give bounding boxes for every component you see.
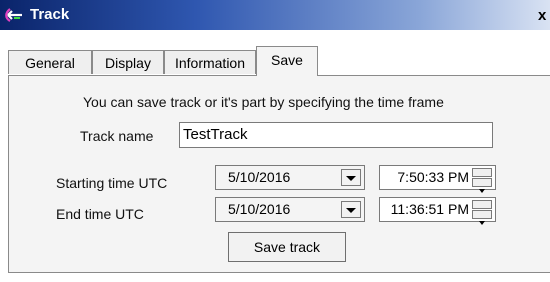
end-time-spinner[interactable]: 11:36:51 PM — [379, 197, 496, 225]
tab-general[interactable]: General — [8, 50, 92, 74]
window-title: Track — [30, 6, 70, 23]
tab-label: Information — [174, 55, 246, 71]
end-date-value: 5/10/2016 — [228, 201, 291, 217]
track-name-input[interactable]: TestTrack — [179, 122, 493, 148]
chevron-down-icon[interactable] — [341, 201, 361, 218]
end-time-label: End time UTC — [56, 206, 144, 222]
chevron-down-icon[interactable] — [341, 169, 361, 186]
tab-information[interactable]: Information — [164, 50, 256, 74]
end-date-select[interactable]: 5/10/2016 — [215, 197, 365, 222]
spin-up-icon[interactable] — [472, 168, 492, 184]
tab-label: Save — [271, 52, 303, 68]
tab-label: Display — [105, 55, 151, 71]
spin-up-icon[interactable] — [472, 200, 492, 216]
start-date-select[interactable]: 5/10/2016 — [215, 165, 365, 190]
tab-save[interactable]: Save — [256, 46, 318, 76]
save-description: You can save track or it's part by speci… — [83, 94, 444, 110]
spin-down-icon[interactable] — [472, 178, 492, 193]
tab-display[interactable]: Display — [92, 50, 164, 74]
close-icon[interactable]: x — [538, 6, 550, 26]
track-name-label: Track name — [80, 128, 154, 144]
spinner-buttons — [472, 168, 492, 193]
start-date-value: 5/10/2016 — [228, 169, 291, 185]
spin-down-icon[interactable] — [472, 210, 492, 225]
tab-label: General — [25, 55, 75, 71]
track-window: Track x General Display Information Save… — [0, 0, 550, 282]
end-time-value: 11:36:51 PM — [390, 201, 469, 217]
spinner-buttons — [472, 200, 492, 225]
start-time-spinner[interactable]: 7:50:33 PM — [379, 165, 496, 193]
track-app-icon — [5, 8, 22, 22]
start-time-value: 7:50:33 PM — [397, 169, 469, 185]
title-bar[interactable]: Track x — [0, 0, 550, 30]
start-time-label: Starting time UTC — [56, 175, 168, 191]
save-track-button[interactable]: Save track — [228, 232, 346, 262]
